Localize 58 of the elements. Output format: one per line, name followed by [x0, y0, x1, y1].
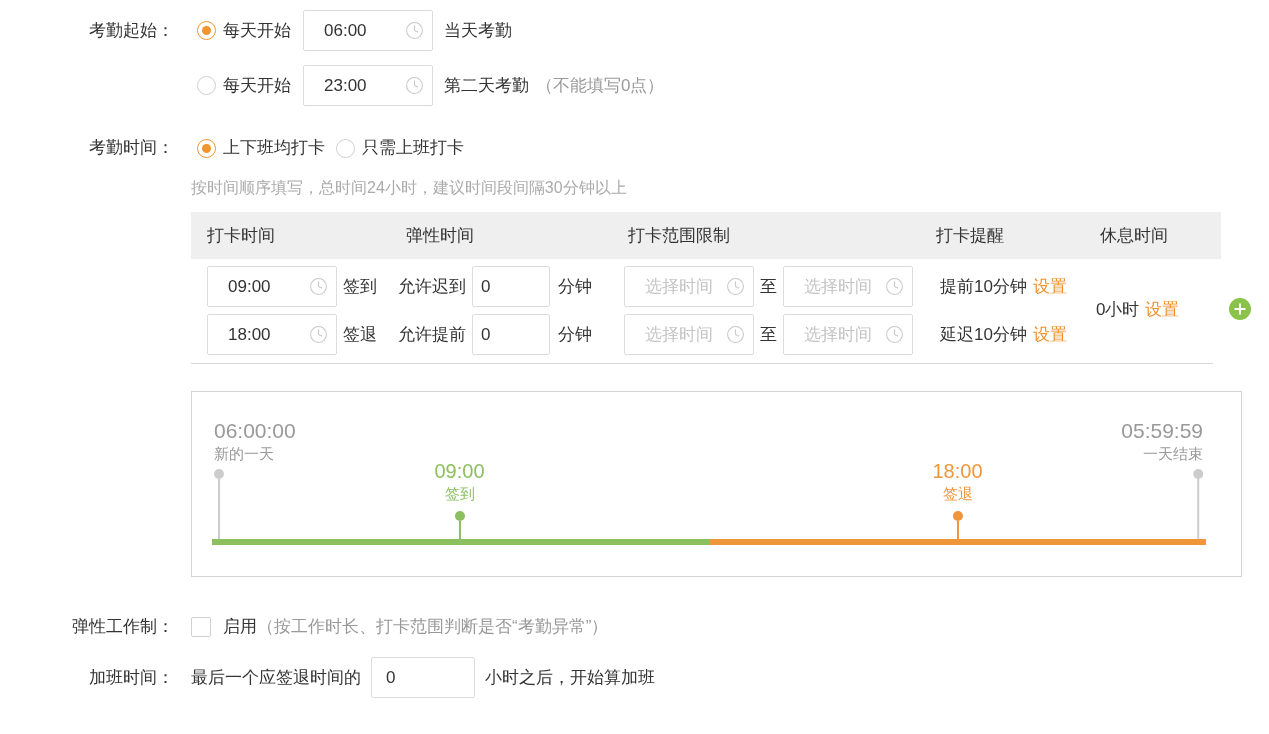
- time-field[interactable]: 18:00: [207, 314, 337, 355]
- time-field[interactable]: 23:00: [303, 65, 433, 106]
- cell-text: 至: [760, 275, 777, 298]
- column-header: 打卡范围限制: [628, 225, 730, 245]
- radio-label: 每天开始: [223, 74, 291, 97]
- radio-label: 每天开始: [223, 19, 291, 42]
- clock-icon: [309, 325, 328, 344]
- cell-text: 允许迟到: [398, 275, 466, 298]
- clock-icon: [885, 325, 904, 344]
- field-label: 弹性工作制：: [72, 616, 174, 639]
- radio-label: 只需上班打卡: [362, 137, 464, 160]
- cell-text: 签退: [343, 323, 377, 346]
- column-header: 打卡时间: [207, 225, 275, 245]
- overtime-text: 最后一个应签退时间的: [191, 666, 361, 689]
- marker-time: 18:00: [932, 461, 983, 481]
- hint-text: 按时间顺序填写，总时间24小时，建议时间段间隔30分钟以上: [191, 179, 627, 196]
- option-text: 第二天考勤: [444, 74, 529, 97]
- cell-text: 提前10分钟: [940, 275, 1027, 298]
- minutes-field[interactable]: 0: [472, 314, 550, 355]
- cell-text: 分钟: [558, 323, 592, 346]
- hours-field[interactable]: 0: [371, 657, 475, 698]
- checkbox-label: 启用: [223, 616, 257, 639]
- note-text: （按工作时长、打卡范围判断是否“考勤异常”）: [257, 616, 609, 639]
- marker-label: 签到: [444, 484, 475, 504]
- minutes-field[interactable]: 0: [472, 266, 550, 307]
- overtime-text: 小时之后，开始算加班: [485, 666, 655, 689]
- field-label: 考勤起始：: [89, 19, 174, 42]
- field-label: 加班时间：: [89, 666, 174, 689]
- option-text: 当天考勤: [444, 19, 512, 42]
- clock-icon: [726, 277, 745, 296]
- marker-label: 签退: [942, 484, 973, 504]
- marker-time: 06:00:00: [213, 420, 296, 441]
- clock-icon: [405, 21, 424, 40]
- time-field[interactable]: 09:00: [207, 266, 337, 307]
- plus-icon: [1232, 301, 1248, 317]
- clock-icon: [309, 277, 328, 296]
- cell-text: 至: [760, 323, 777, 346]
- clock-icon: [405, 76, 424, 95]
- cell-text: 分钟: [558, 275, 592, 298]
- cell-text: 允许提前: [398, 323, 466, 346]
- cell-text: 0小时: [1096, 299, 1140, 322]
- marker-label: 新的一天: [213, 444, 274, 464]
- column-header: 打卡提醒: [936, 225, 1004, 245]
- checkbox[interactable]: [191, 617, 211, 637]
- cell-text: 延迟10分钟: [940, 323, 1027, 346]
- radio-label: 上下班均打卡: [223, 137, 325, 160]
- marker-time: 05:59:59: [1121, 420, 1204, 441]
- add-button[interactable]: [1229, 298, 1251, 320]
- column-header: 休息时间: [1100, 225, 1168, 245]
- marker-label: 一天结束: [1143, 444, 1204, 464]
- field-label: 考勤时间：: [89, 137, 174, 160]
- clock-icon: [726, 325, 745, 344]
- marker-time: 09:00: [434, 461, 485, 481]
- note-text: （不能填写0点）: [536, 74, 665, 97]
- cell-text: 签到: [343, 275, 377, 298]
- clock-icon: [885, 277, 904, 296]
- time-field[interactable]: 06:00: [303, 10, 433, 51]
- column-header: 弹性时间: [406, 225, 474, 245]
